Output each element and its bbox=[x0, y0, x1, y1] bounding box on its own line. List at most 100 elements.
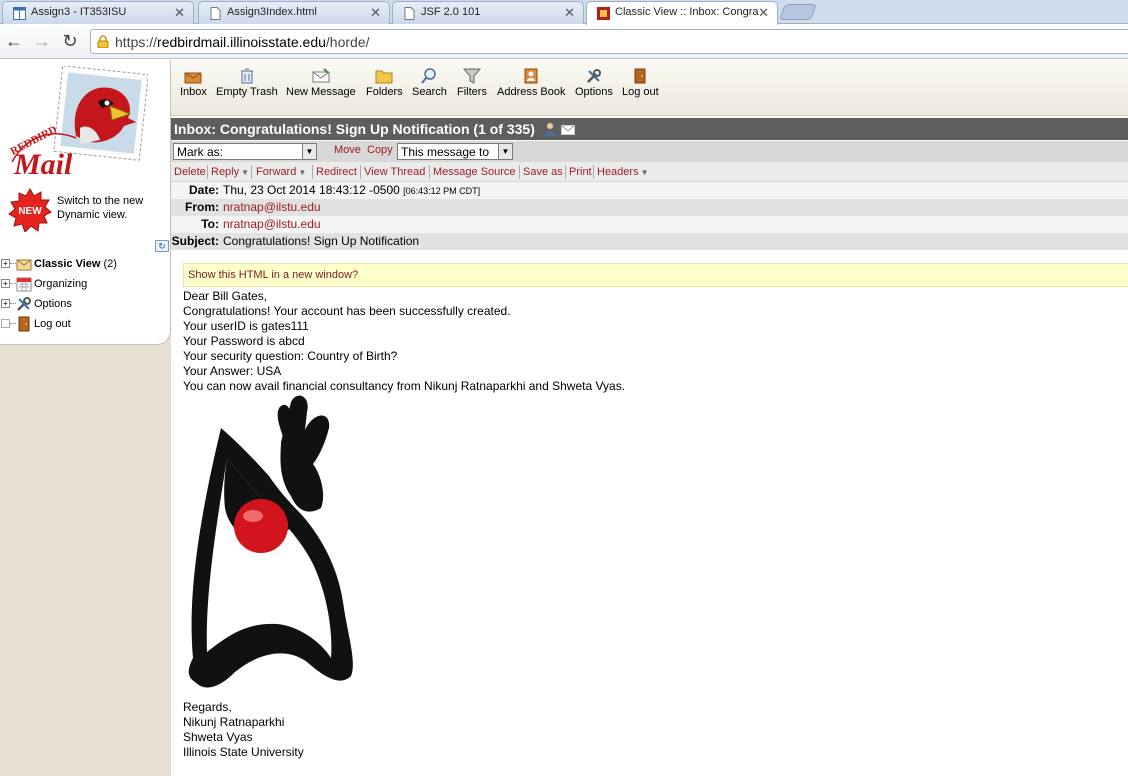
chevron-down-icon: ▼ bbox=[302, 144, 316, 159]
signoff-line: Nikunj Ratnaparkhi bbox=[183, 715, 285, 729]
show-html-new-window-link[interactable]: Show this HTML in a new window? bbox=[183, 263, 1128, 287]
door-icon bbox=[18, 316, 30, 332]
filters-button[interactable]: Filters bbox=[457, 68, 487, 98]
switch-dynamic-view-link[interactable]: Switch to the new Dynamic view. bbox=[57, 194, 167, 222]
tab-title: Classic View :: Inbox: Congra bbox=[615, 6, 759, 18]
tools-icon bbox=[587, 69, 601, 83]
filters-label: Filters bbox=[457, 86, 487, 98]
mark-as-select[interactable]: Mark as: ▼ bbox=[173, 143, 317, 160]
expand-icon[interactable]: + bbox=[1, 259, 10, 268]
mark-as-value: Mark as: bbox=[177, 145, 224, 159]
envelope-icon[interactable] bbox=[560, 124, 575, 136]
message-title: Inbox: Congratulations! Sign Up Notifica… bbox=[174, 121, 535, 137]
chevron-down-icon: ▼ bbox=[298, 168, 307, 177]
log-out-button[interactable]: Log out bbox=[622, 68, 659, 98]
new-message-label: New Message bbox=[286, 86, 356, 98]
view-thread-link[interactable]: View Thread bbox=[364, 166, 425, 178]
headers-link[interactable]: Headers ▼ bbox=[597, 166, 649, 178]
tab-title: Assign3Index.html bbox=[227, 6, 317, 18]
message-actions: Delete Reply ▼ Forward ▼ Redirect View Thr… bbox=[171, 162, 1128, 182]
inbox-icon bbox=[184, 72, 202, 84]
address-book-button[interactable]: Address Book bbox=[497, 68, 565, 98]
body-line: Dear Bill Gates, bbox=[183, 289, 268, 303]
copy-link[interactable]: Copy bbox=[367, 144, 393, 156]
trash-icon bbox=[240, 68, 253, 84]
browser-tab-strip: Assign3 - IT353ISU ✕ Assign3Index.html ✕… bbox=[0, 0, 1128, 25]
move-link[interactable]: Move bbox=[334, 144, 361, 156]
redbird-mail-logo[interactable]: REDBIRD Mail bbox=[6, 66, 148, 184]
url-path: /horde/ bbox=[325, 34, 370, 50]
signoff-line: Illinois State University bbox=[183, 745, 304, 759]
message-body: Dear Bill Gates, Congratulations! Your a… bbox=[183, 289, 1083, 394]
tools-icon bbox=[17, 297, 31, 311]
to-label: To: bbox=[201, 217, 219, 231]
search-label: Search bbox=[412, 86, 447, 98]
browser-tab-classic-view[interactable]: Classic View :: Inbox: Congra ✕ bbox=[586, 1, 778, 25]
door-icon bbox=[634, 68, 646, 84]
sidebar-item-label: Classic View bbox=[34, 258, 101, 270]
contact-icon[interactable] bbox=[543, 122, 557, 136]
close-icon[interactable]: ✕ bbox=[174, 5, 185, 21]
chevron-down-icon: ▼ bbox=[498, 144, 512, 159]
target-folder-select[interactable]: This message to ▼ bbox=[397, 143, 513, 160]
date-local: [06:43:12 PM CDT] bbox=[403, 186, 481, 196]
address-bar[interactable]: https://redbirdmail.illinoisstate.edu/ho… bbox=[90, 29, 1128, 54]
page-icon bbox=[210, 7, 221, 20]
document-icon bbox=[13, 7, 26, 20]
inbox-button[interactable]: Inbox bbox=[180, 68, 207, 98]
browser-toolbar: ← → ↻ https://redbirdmail.illinoisstate.… bbox=[0, 25, 1128, 59]
delete-link[interactable]: Delete bbox=[174, 166, 206, 178]
from-label: From: bbox=[185, 200, 219, 214]
sidebar-item-label: Log out bbox=[34, 318, 71, 330]
body-line: Your userID is gates111 bbox=[183, 319, 309, 333]
forward-link[interactable]: Forward ▼ bbox=[256, 166, 306, 178]
expand-icon[interactable]: + bbox=[1, 299, 10, 308]
calendar-icon bbox=[16, 277, 32, 292]
reload-icon[interactable]: ↻ bbox=[60, 31, 80, 51]
date-label: Date: bbox=[188, 183, 219, 197]
url-scheme: https:// bbox=[115, 34, 158, 50]
new-badge-label: NEW bbox=[18, 206, 42, 217]
sidebar-panel: REDBIRD Mail NEW Switch to the new Dynam… bbox=[0, 60, 171, 345]
sidebar: REDBIRD Mail NEW Switch to the new Dynam… bbox=[0, 60, 171, 776]
reply-link[interactable]: Reply ▼ bbox=[211, 166, 249, 178]
redirect-link[interactable]: Redirect bbox=[316, 166, 357, 178]
close-icon[interactable]: ✕ bbox=[564, 5, 575, 21]
body-line: Congratulations! Your account has been s… bbox=[183, 304, 511, 318]
close-icon[interactable]: ✕ bbox=[758, 5, 769, 21]
options-button[interactable]: Options bbox=[575, 68, 613, 98]
empty-trash-button[interactable]: Empty Trash bbox=[216, 68, 278, 98]
tab-title: Assign3 - IT353ISU bbox=[31, 6, 127, 18]
forward-arrow-icon[interactable]: → bbox=[32, 31, 52, 51]
print-link[interactable]: Print bbox=[569, 166, 592, 178]
sidebar-item-label: Options bbox=[34, 298, 72, 310]
browser-tab-assign3index[interactable]: Assign3Index.html ✕ bbox=[198, 1, 390, 24]
refresh-icon[interactable]: ↻ bbox=[155, 240, 169, 252]
message-source-link[interactable]: Message Source bbox=[433, 166, 516, 178]
empty-trash-label: Empty Trash bbox=[216, 86, 278, 98]
address-book-label: Address Book bbox=[497, 86, 566, 98]
to-address-link[interactable]: nratnap@ilstu.edu bbox=[223, 216, 321, 233]
message-signoff: Regards, Nikunj Ratnaparkhi Shweta Vyas … bbox=[183, 700, 304, 760]
save-as-link[interactable]: Save as bbox=[523, 166, 563, 178]
message-title-bar: Inbox: Congratulations! Sign Up Notifica… bbox=[171, 118, 1128, 140]
new-tab-button[interactable] bbox=[779, 4, 817, 20]
browser-tab-jsf[interactable]: JSF 2.0 101 ✕ bbox=[392, 1, 584, 24]
new-message-button[interactable]: New Message bbox=[286, 68, 356, 98]
expand-icon[interactable]: + bbox=[1, 279, 10, 288]
from-address-link[interactable]: nratnap@ilstu.edu bbox=[223, 199, 321, 216]
new-badge-icon[interactable]: NEW bbox=[8, 188, 52, 232]
date-value: Thu, 23 Oct 2014 18:43:12 -0500 bbox=[223, 183, 400, 197]
close-icon[interactable]: ✕ bbox=[370, 5, 381, 21]
back-arrow-icon[interactable]: ← bbox=[4, 31, 24, 51]
search-button[interactable]: Search bbox=[412, 68, 447, 98]
lock-icon bbox=[97, 35, 109, 48]
leaf-icon bbox=[1, 319, 10, 328]
browser-tab-assign3[interactable]: Assign3 - IT353ISU ✕ bbox=[2, 1, 194, 24]
body-line: Your security question: Country of Birth… bbox=[183, 349, 398, 363]
subject-header-row: Subject: Congratulations! Sign Up Notifi… bbox=[171, 233, 1128, 250]
signoff-line: Shweta Vyas bbox=[183, 730, 253, 744]
sidebar-item-label: Organizing bbox=[34, 278, 88, 290]
subject-label: Subject: bbox=[171, 234, 219, 248]
folders-button[interactable]: Folders bbox=[366, 68, 403, 98]
